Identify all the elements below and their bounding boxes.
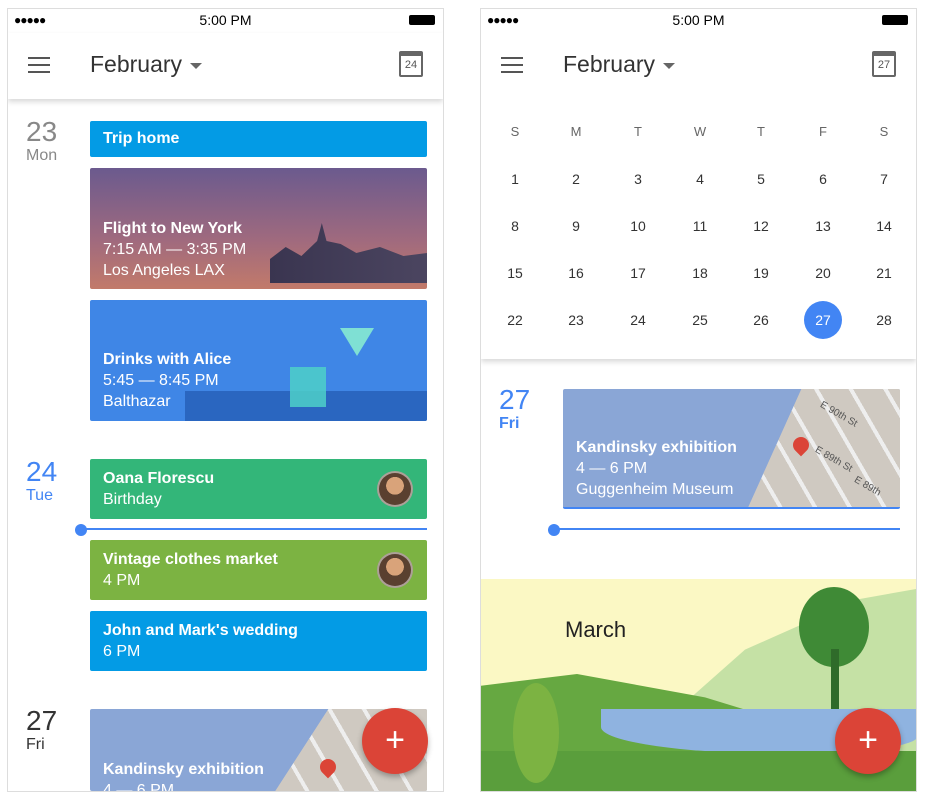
status-bar: ●●●●● 5:00 PM xyxy=(8,9,443,33)
month-selector[interactable]: February xyxy=(90,51,203,78)
calendar-day[interactable]: 5 xyxy=(741,171,781,187)
caret-up-icon xyxy=(663,62,676,69)
event-drinks[interactable]: Drinks with Alice 5:45 — 8:45 PM Balthaz… xyxy=(90,300,427,421)
calendar-day[interactable]: 7 xyxy=(864,171,904,187)
today-calendar-icon[interactable]: 27 xyxy=(872,51,896,77)
add-event-button[interactable]: + xyxy=(835,708,901,774)
tree-trunk xyxy=(831,649,839,709)
event-kandinsky[interactable]: E 90th St E 89th St E 89th Kandinsky exh… xyxy=(563,389,900,509)
battery-icon xyxy=(409,15,435,25)
weekday-header: T xyxy=(634,124,642,139)
phone-schedule-view: ●●●●● 5:00 PM February 24 23 Mon Trip hom… xyxy=(7,8,444,792)
calendar-day[interactable]: 24 xyxy=(618,312,658,328)
tree-illustration xyxy=(513,683,559,783)
calendar-day[interactable]: 28 xyxy=(864,312,904,328)
calendar-day[interactable]: 13 xyxy=(803,218,843,234)
month-title: February xyxy=(563,51,656,77)
menu-icon[interactable] xyxy=(28,57,50,73)
app-bar: February 24 xyxy=(8,33,443,99)
menu-icon[interactable] xyxy=(501,57,523,73)
calendar-day[interactable]: 15 xyxy=(495,265,535,281)
avatar xyxy=(377,471,413,507)
day-label: 23 Mon xyxy=(26,116,58,165)
weekday-header: T xyxy=(757,124,765,139)
calendar-day-selected[interactable]: 27 xyxy=(804,301,842,339)
calendar-day[interactable]: 11 xyxy=(680,218,720,234)
event-birthday[interactable]: Oana Florescu Birthday xyxy=(90,459,427,519)
event-flight[interactable]: Flight to New York 7:15 AM — 3:35 PM Los… xyxy=(90,168,427,289)
event-vintage-market[interactable]: Vintage clothes market 4 PM xyxy=(90,540,427,600)
calendar-day[interactable]: 12 xyxy=(741,218,781,234)
calendar-day[interactable]: 26 xyxy=(741,312,781,328)
event-trip-home[interactable]: Trip home xyxy=(90,121,427,157)
calendar-day[interactable]: 3 xyxy=(618,171,658,187)
month-grid: S M T W T F S 1 2 3 4 5 6 7 8 9 10 11 12 13 14 15 16 17 18 19 20 21… xyxy=(481,99,916,359)
calendar-day[interactable]: 22 xyxy=(495,312,535,328)
current-time-line xyxy=(81,528,427,530)
current-time-line xyxy=(554,528,900,530)
current-time-dot xyxy=(75,524,87,536)
calendar-day[interactable]: 10 xyxy=(618,218,658,234)
today-calendar-icon[interactable]: 24 xyxy=(399,51,423,77)
calendar-day[interactable]: 4 xyxy=(680,171,720,187)
calendar-day[interactable]: 2 xyxy=(556,171,596,187)
calendar-day[interactable]: 14 xyxy=(864,218,904,234)
calendar-day[interactable]: 19 xyxy=(741,265,781,281)
calendar-day[interactable]: 8 xyxy=(495,218,535,234)
weekday-header: M xyxy=(570,124,582,139)
day-label: 27 Fri xyxy=(26,705,58,754)
phone-month-view: ●●●●● 5:00 PM February 27 SMTWTFS1234567… xyxy=(480,8,917,792)
status-time: 5:00 PM xyxy=(672,12,725,28)
calendar-day[interactable]: 1 xyxy=(495,171,535,187)
month-selector[interactable]: February xyxy=(563,51,676,78)
calendar-day[interactable]: 21 xyxy=(864,265,904,281)
status-time: 5:00 PM xyxy=(199,12,252,28)
weekday-header: S xyxy=(510,124,520,139)
current-time-dot xyxy=(548,524,560,536)
avatar xyxy=(377,552,413,588)
event-wedding[interactable]: John and Mark's wedding 6 PM xyxy=(90,611,427,671)
weekday-header: W xyxy=(693,124,707,139)
month-banner-title: March xyxy=(565,617,627,642)
calendar-day[interactable]: 9 xyxy=(556,218,596,234)
weekday-header: S xyxy=(879,124,889,139)
day-label: 27 Fri xyxy=(499,384,531,433)
signal-icon: ●●●●● xyxy=(487,13,519,27)
weekday-header: F xyxy=(819,124,827,139)
calendar-day[interactable]: 16 xyxy=(556,265,596,281)
battery-icon xyxy=(882,15,908,25)
day-label: 24 Tue xyxy=(26,456,58,505)
calendar-day[interactable]: 18 xyxy=(680,265,720,281)
app-bar: February 27 xyxy=(481,33,916,99)
add-event-button[interactable]: + xyxy=(362,708,428,774)
calendar-day[interactable]: 6 xyxy=(803,171,843,187)
calendar-day[interactable]: 17 xyxy=(618,265,658,281)
status-bar: ●●●●● 5:00 PM xyxy=(481,9,916,33)
calendar-day[interactable]: 25 xyxy=(680,312,720,328)
calendar-day[interactable]: 20 xyxy=(803,265,843,281)
signal-icon: ●●●●● xyxy=(14,13,46,27)
calendar-day[interactable]: 23 xyxy=(556,312,596,328)
caret-down-icon xyxy=(190,62,203,69)
month-title: February xyxy=(90,51,183,77)
